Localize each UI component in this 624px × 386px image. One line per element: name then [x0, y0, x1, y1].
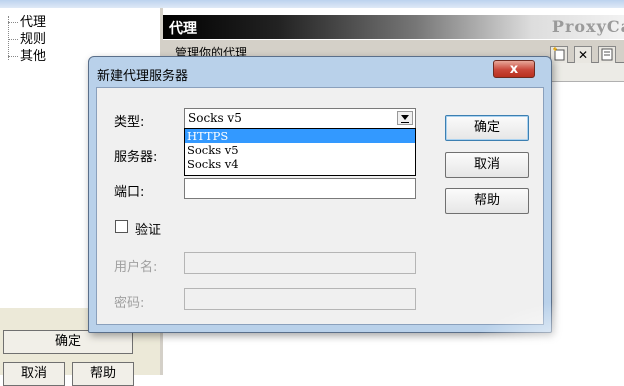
main-cancel-button[interactable]: 取消: [3, 362, 65, 386]
properties-icon[interactable]: [598, 46, 616, 64]
password-label: 密码:: [114, 296, 145, 311]
type-label: 类型:: [114, 115, 145, 130]
username-field[interactable]: [184, 252, 416, 274]
dropdown-option-https[interactable]: HTTPS: [185, 129, 415, 143]
section-banner: 代理 ProxyCa: [163, 15, 624, 39]
main-help-button[interactable]: 帮助: [72, 362, 134, 386]
new-proxy-icon-glyph: [553, 47, 565, 61]
tree-connector: [8, 56, 18, 57]
dropdown-option-socks-v4[interactable]: Socks v4: [185, 157, 415, 171]
dropdown-option-socks-v5[interactable]: Socks v5: [185, 143, 415, 157]
tree-item-proxy[interactable]: 代理: [20, 16, 46, 30]
chevron-down-icon[interactable]: [397, 111, 413, 125]
new-proxy-icon[interactable]: [550, 46, 568, 64]
tree-item-rules[interactable]: 规则: [20, 33, 46, 47]
delete-icon[interactable]: ✕: [574, 46, 592, 64]
port-label: 端口:: [114, 185, 145, 200]
tree-item-other[interactable]: 其他: [20, 50, 46, 64]
auth-label: 验证: [135, 223, 162, 238]
dialog-title: 新建代理服务器: [97, 69, 189, 84]
close-icon[interactable]: x: [493, 60, 535, 78]
type-select-value: Socks v5: [188, 111, 242, 125]
tree-connector: [8, 39, 18, 40]
window-top-strip: [0, 0, 624, 8]
type-select[interactable]: Socks v5: [184, 108, 416, 129]
tree-connector: [8, 22, 18, 23]
dialog-help-button[interactable]: 帮助: [445, 188, 529, 214]
type-dropdown-list: HTTPS Socks v5 Socks v4: [184, 128, 416, 176]
watermark-blur: [470, 300, 624, 375]
auth-checkbox[interactable]: [115, 220, 128, 233]
dialog-cancel-button[interactable]: 取消: [445, 152, 529, 178]
main-ok-button[interactable]: 确定: [3, 330, 133, 354]
username-label: 用户名:: [114, 260, 158, 275]
dialog-ok-button[interactable]: 确定: [445, 115, 529, 141]
banner-title: 代理: [169, 21, 197, 37]
server-label: 服务器:: [114, 150, 158, 165]
properties-icon-glyph: [601, 48, 613, 61]
brand-text: ProxyCa: [551, 17, 624, 36]
port-field[interactable]: [184, 178, 416, 199]
password-field[interactable]: [184, 288, 416, 310]
